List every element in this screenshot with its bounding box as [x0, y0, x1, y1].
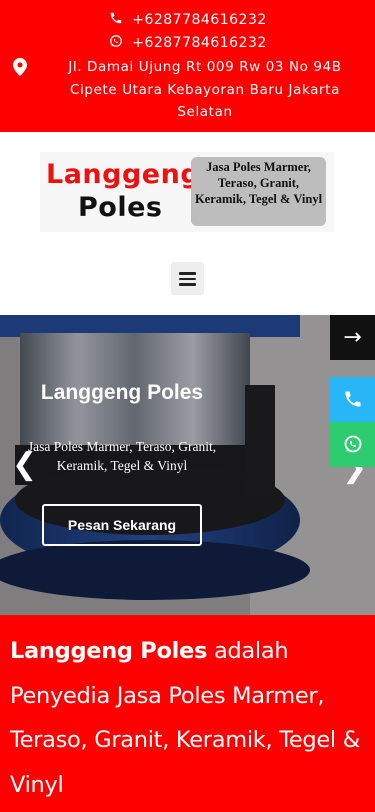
about-brand: Langgeng Poles: [10, 638, 208, 664]
hero-title: Langgeng Poles: [40, 381, 204, 404]
location-pin-icon: [13, 58, 27, 76]
logo[interactable]: Langgeng Poles Jasa Poles Marmer, Teraso…: [40, 152, 334, 232]
hero-subtitle: Jasa Poles Marmer, Teraso, Granit, Keram…: [27, 439, 217, 473]
logo-name-line1: Langgeng: [46, 159, 201, 190]
slider-prev-icon[interactable]: ❮: [12, 450, 37, 480]
phone-icon: [345, 391, 360, 407]
floating-whatsapp-button[interactable]: [330, 422, 375, 467]
order-now-button[interactable]: Pesan Sekarang: [42, 504, 202, 546]
address-text: Jl. Damai Ujung Rt 009 Rw 03 No 94B Cipe…: [68, 59, 342, 120]
contact-bar: +6287784616232 +6287784616232 Jl. Damai …: [0, 0, 375, 132]
hamburger-menu-icon[interactable]: [171, 262, 204, 295]
whatsapp-icon: [108, 34, 124, 52]
hero-slider: Langgeng Poles Jasa Poles Marmer, Teraso…: [0, 315, 375, 615]
phone-icon: [108, 11, 124, 29]
whatsapp-icon: [344, 435, 361, 453]
phone-row[interactable]: +6287784616232: [0, 11, 375, 29]
whatsapp-number[interactable]: +6287784616232: [132, 35, 267, 51]
logo-tagline: Jasa Poles Marmer, Teraso, Granit, Keram…: [191, 157, 326, 226]
about-section: Langgeng Poles adalah Penyedia Jasa Pole…: [0, 615, 375, 812]
about-text: Langgeng Poles adalah Penyedia Jasa Pole…: [10, 629, 365, 807]
header-logo-area: Langgeng Poles Jasa Poles Marmer, Teraso…: [0, 132, 375, 315]
floating-arrow-button[interactable]: →: [330, 315, 375, 360]
floating-call-button[interactable]: [330, 377, 375, 422]
phone-number[interactable]: +6287784616232: [132, 12, 267, 28]
logo-name-line2: Poles: [78, 192, 163, 223]
whatsapp-row[interactable]: +6287784616232: [0, 34, 375, 52]
